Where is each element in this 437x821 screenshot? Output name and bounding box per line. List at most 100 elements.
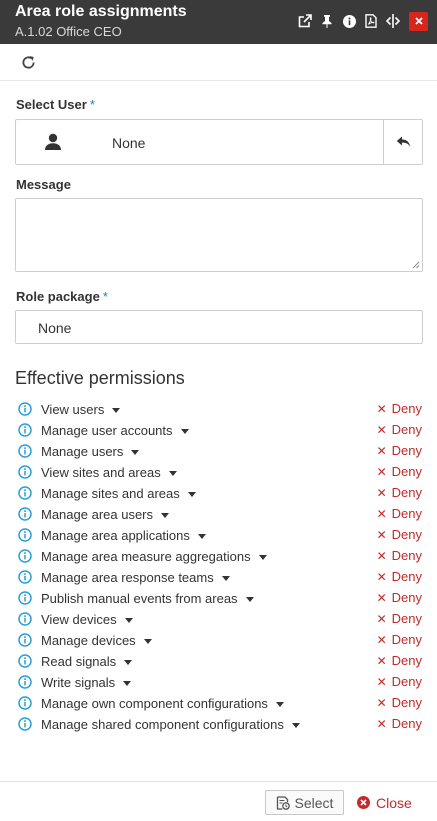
caret-down-icon (143, 639, 152, 645)
close-button[interactable]: Close (357, 790, 412, 815)
deny-status: ✕ Deny (377, 443, 422, 458)
caret-down-icon (197, 534, 206, 540)
deny-x-icon: ✕ (376, 633, 387, 647)
close-icon[interactable] (409, 11, 428, 31)
deny-label: Deny (391, 716, 422, 731)
deny-label: Deny (391, 695, 422, 710)
info-icon[interactable] (18, 549, 32, 563)
resize-horizontal-icon[interactable] (382, 10, 404, 32)
permission-label: Write signals (41, 675, 116, 690)
info-icon[interactable] (18, 612, 32, 626)
deny-label: Deny (391, 632, 422, 647)
permission-dropdown[interactable]: View users (41, 402, 121, 417)
reply-icon (396, 136, 410, 147)
permission-row: Manage area measure aggregations ✕ Deny (0, 547, 437, 568)
permission-label: Manage area applications (41, 528, 190, 543)
deny-status: ✕ Deny (377, 695, 422, 710)
permission-dropdown[interactable]: Manage area measure aggregations (41, 549, 267, 564)
deny-status: ✕ Deny (377, 674, 422, 689)
info-icon[interactable] (18, 675, 32, 689)
permission-dropdown[interactable]: Read signals (41, 654, 133, 669)
role-package-label: Role package * (16, 289, 108, 304)
pin-icon[interactable] (316, 10, 338, 32)
deny-x-icon: ✕ (376, 549, 387, 563)
toolbar (0, 44, 437, 81)
deny-x-icon: ✕ (376, 591, 387, 605)
deny-label: Deny (391, 464, 422, 479)
select-doc-icon (276, 795, 290, 810)
message-textarea[interactable] (15, 198, 423, 272)
deny-label: Deny (391, 548, 422, 563)
permission-row: Manage shared component configurations ✕ D… (0, 715, 437, 736)
resize-grip-icon[interactable] (411, 260, 420, 269)
info-icon[interactable] (18, 465, 32, 479)
deny-label: Deny (391, 569, 422, 584)
caret-down-icon (112, 408, 121, 414)
permission-row: Manage devices ✕ Deny (0, 631, 437, 652)
permission-label: Manage users (41, 444, 124, 459)
permission-dropdown[interactable]: View devices (41, 612, 133, 627)
info-icon[interactable] (338, 10, 360, 32)
permission-dropdown[interactable]: Manage area applications (41, 528, 206, 543)
permission-dropdown[interactable]: Write signals (41, 675, 132, 690)
permission-label: View sites and areas (41, 465, 161, 480)
permission-row: Manage own component configurations ✕ Deny (0, 694, 437, 715)
info-icon[interactable] (18, 591, 32, 605)
deny-x-icon: ✕ (376, 675, 387, 689)
info-icon[interactable] (18, 402, 32, 416)
deny-x-icon: ✕ (376, 696, 387, 710)
role-package-select[interactable]: None (15, 310, 423, 344)
permission-dropdown[interactable]: Manage area response teams (41, 570, 230, 585)
permission-dropdown[interactable]: Publish manual events from areas (41, 591, 254, 606)
permission-row: Publish manual events from areas ✕ Deny (0, 589, 437, 610)
message-label: Message (16, 177, 71, 192)
permission-label: Manage area users (41, 507, 154, 522)
info-icon[interactable] (18, 570, 32, 584)
deny-label: Deny (391, 674, 422, 689)
permission-row: View users ✕ Deny (0, 400, 437, 421)
permission-label: Manage area measure aggregations (41, 549, 251, 564)
deny-x-icon: ✕ (376, 612, 387, 626)
deny-status: ✕ Deny (377, 569, 422, 584)
info-icon[interactable] (18, 423, 32, 437)
info-icon[interactable] (18, 486, 32, 500)
deny-label: Deny (391, 443, 422, 458)
deny-x-icon: ✕ (376, 444, 387, 458)
permission-dropdown[interactable]: Manage own component configurations (41, 696, 284, 711)
deny-status: ✕ Deny (377, 632, 422, 647)
caret-down-icon (123, 681, 132, 687)
deny-x-icon: ✕ (376, 402, 387, 416)
info-icon[interactable] (18, 444, 32, 458)
close-circle-icon (357, 796, 370, 809)
deny-label: Deny (391, 401, 422, 416)
permission-dropdown[interactable]: Manage user accounts (41, 423, 189, 438)
permission-dropdown[interactable]: Manage sites and areas (41, 486, 196, 501)
deny-status: ✕ Deny (377, 422, 422, 437)
reply-back-button[interactable] (383, 120, 422, 164)
pdf-icon[interactable] (360, 10, 382, 32)
deny-label: Deny (391, 485, 422, 500)
permission-row: View devices ✕ Deny (0, 610, 437, 631)
permission-dropdown[interactable]: View sites and areas (41, 465, 177, 480)
info-icon[interactable] (18, 507, 32, 521)
select-button[interactable]: Select (265, 790, 344, 815)
title-bar: Area role assignments A.1.02 Office CEO (0, 0, 437, 44)
permission-dropdown[interactable]: Manage users (41, 444, 140, 459)
permission-label: View devices (41, 612, 117, 627)
info-icon[interactable] (18, 528, 32, 542)
external-link-icon[interactable] (294, 10, 316, 32)
refresh-icon[interactable] (18, 52, 38, 72)
permission-dropdown[interactable]: Manage shared component configurations (41, 717, 300, 732)
permission-row: Manage users ✕ Deny (0, 442, 437, 463)
info-icon[interactable] (18, 717, 32, 731)
select-user-field[interactable]: None (15, 119, 423, 165)
info-icon[interactable] (18, 654, 32, 668)
info-icon[interactable] (18, 696, 32, 710)
deny-status: ✕ Deny (377, 590, 422, 605)
info-icon[interactable] (18, 633, 32, 647)
deny-x-icon: ✕ (376, 423, 387, 437)
permission-dropdown[interactable]: Manage devices (41, 633, 152, 648)
permission-dropdown[interactable]: Manage area users (41, 507, 170, 522)
deny-label: Deny (391, 422, 422, 437)
permission-row: Manage area users ✕ Deny (0, 505, 437, 526)
